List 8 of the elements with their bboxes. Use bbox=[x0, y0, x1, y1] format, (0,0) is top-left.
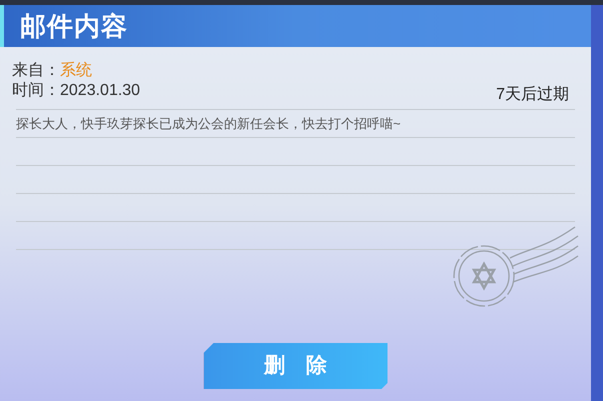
time-label: 时间： bbox=[12, 81, 60, 101]
mail-body: 探长大人，快手玖芽探长已成为公会的新任会长，快去打个招呼喵~ bbox=[16, 114, 401, 133]
sender-label: 来自： bbox=[12, 61, 60, 81]
mail-date: 2023.01.30 bbox=[60, 81, 140, 101]
sender-name: 系统 bbox=[60, 61, 92, 81]
expiry-text: 7天后过期 bbox=[496, 85, 569, 105]
delete-button[interactable]: 删 除 bbox=[204, 343, 388, 389]
window-title: 邮件内容 bbox=[20, 10, 128, 42]
